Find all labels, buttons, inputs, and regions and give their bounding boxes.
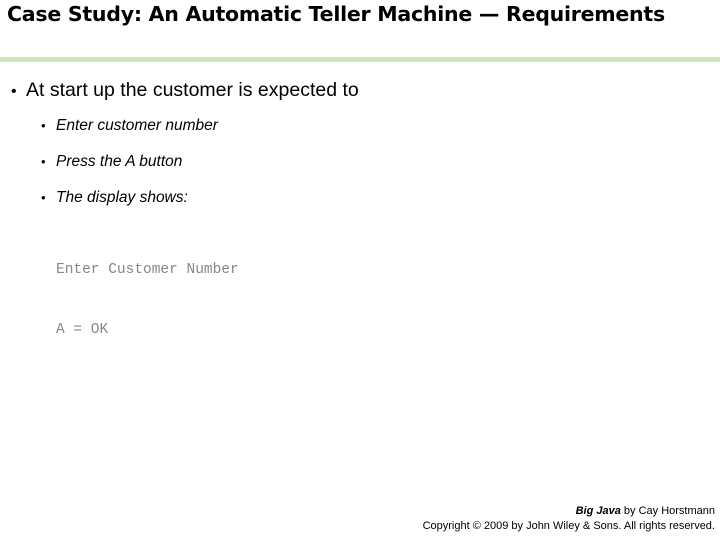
bullet-level2-label: Enter customer number <box>56 117 218 134</box>
bullet-level2-item-enter-customer-number: • Enter customer number <box>0 108 720 144</box>
atm-display-line: A = OK <box>56 322 109 338</box>
book-title: Big Java <box>575 505 621 517</box>
bullet-marker-icon: • <box>11 83 17 100</box>
bullet-level2-label: The display shows: <box>56 189 188 206</box>
footer-attribution: Big Java by Cay Horstmann <box>115 504 715 519</box>
bullet-marker-icon: • <box>41 190 46 205</box>
title-divider-rule <box>0 57 720 62</box>
footer-copyright: Copyright © 2009 by John Wiley & Sons. A… <box>422 520 715 532</box>
atm-display-readout: Enter Customer Number A = OK <box>0 220 720 380</box>
footer-byline: by Cay Horstmann <box>620 505 715 517</box>
slide: Case Study: An Automatic Teller Machine … <box>0 0 720 540</box>
bullet-level2-item-press-a-button: • Press the A button <box>0 144 720 180</box>
bullet-level2-item-display-shows: • The display shows: <box>0 180 720 216</box>
bullet-level2-label: Press the A button <box>56 153 183 170</box>
atm-display-line: Enter Customer Number <box>56 262 239 278</box>
bullet-marker-icon: • <box>41 118 46 133</box>
bullet-marker-icon: • <box>41 154 46 169</box>
bullet-level1-item: • At start up the customer is expected t… <box>0 72 720 108</box>
slide-footer: Big Java by Cay Horstmann Copyright © 20… <box>115 504 715 534</box>
page-title: Case Study: An Automatic Teller Machine … <box>7 2 665 26</box>
slide-body: • At start up the customer is expected t… <box>0 72 720 380</box>
bullet-level1-label: At start up the customer is expected to <box>26 79 359 101</box>
